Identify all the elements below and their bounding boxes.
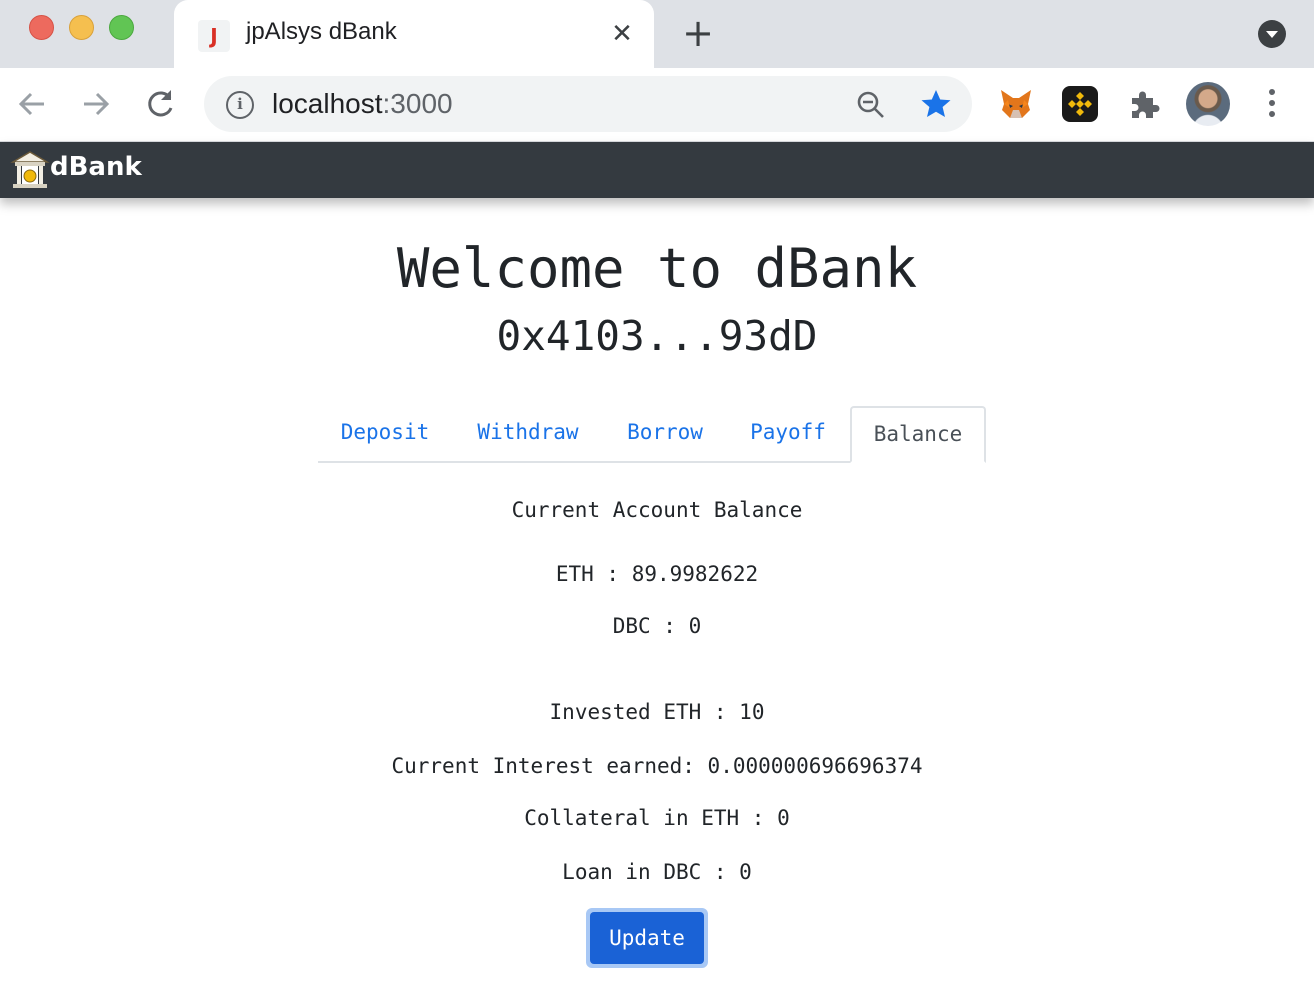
app-navbar: dBank	[0, 142, 1314, 198]
extensions-puzzle-icon[interactable]	[1126, 86, 1162, 122]
back-arrow-icon[interactable]	[12, 84, 52, 124]
url-port: :3000	[382, 88, 453, 119]
brand-name[interactable]: dBank	[50, 152, 142, 182]
dbc-balance: DBC : 0	[612, 614, 702, 638]
balance-heading: Current Account Balance	[511, 498, 803, 522]
tab-balance[interactable]: Balance	[850, 406, 986, 463]
action-tabs: Deposit Withdraw Borrow Payoff Balance	[318, 406, 986, 463]
browser-tab-active[interactable]: J jpAlsys dBank ✕	[174, 0, 654, 68]
browser-toolbar: i localhost:3000	[0, 68, 1314, 142]
tab-favicon-icon: J	[198, 20, 230, 52]
main-content: Welcome to dBank 0x4103...93dD Deposit W…	[0, 198, 1314, 1008]
tab-close-icon[interactable]: ✕	[608, 18, 636, 50]
account-address: 0x4103...93dD	[496, 312, 818, 360]
tab-borrow[interactable]: Borrow	[608, 406, 722, 462]
minimize-window-button[interactable]	[69, 15, 94, 40]
interest-earned: Current Interest earned: 0.0000006966963…	[391, 754, 923, 778]
tab-payoff[interactable]: Payoff	[736, 406, 840, 462]
tab-search-icon[interactable]	[1258, 20, 1286, 48]
browser-tabstrip: J jpAlsys dBank ✕ +	[0, 0, 1314, 68]
close-window-button[interactable]	[29, 15, 54, 40]
address-bar[interactable]: i localhost:3000	[204, 76, 972, 132]
loan-dbc: Loan in DBC : 0	[562, 860, 752, 884]
bank-logo-icon[interactable]	[10, 148, 50, 192]
update-button[interactable]: Update	[586, 908, 708, 968]
update-button-label: Update	[590, 912, 704, 964]
binance-wallet-icon[interactable]	[1062, 86, 1098, 122]
tab-title: jpAlsys dBank	[246, 18, 397, 45]
maximize-window-button[interactable]	[109, 15, 134, 40]
profile-avatar[interactable]	[1186, 82, 1230, 126]
collateral-eth: Collateral in ETH : 0	[524, 806, 790, 830]
forward-arrow-icon[interactable]	[76, 84, 116, 124]
new-tab-button[interactable]: +	[680, 14, 716, 52]
url-host: localhost	[272, 88, 383, 119]
browser-menu-icon[interactable]	[1262, 88, 1282, 120]
bookmark-star-icon[interactable]	[920, 88, 952, 120]
tab-withdraw[interactable]: Withdraw	[462, 406, 594, 462]
tab-deposit[interactable]: Deposit	[322, 406, 448, 462]
reload-icon[interactable]	[140, 84, 180, 124]
page-title: Welcome to dBank	[396, 237, 918, 300]
url-text[interactable]: localhost:3000	[272, 88, 453, 120]
invested-eth: Invested ETH : 10	[549, 700, 765, 724]
zoom-out-icon[interactable]	[856, 90, 886, 120]
metamask-fox-icon[interactable]	[998, 86, 1034, 122]
eth-balance: ETH : 89.9982622	[555, 562, 759, 586]
site-info-icon[interactable]: i	[226, 91, 254, 119]
